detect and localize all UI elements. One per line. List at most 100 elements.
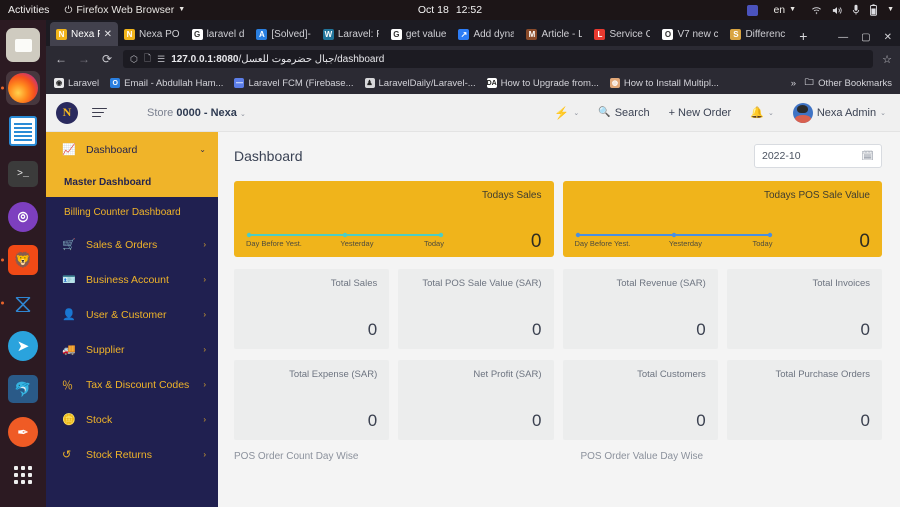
close-button[interactable]: ✕	[884, 32, 892, 43]
tab-favicon-icon: O	[662, 28, 674, 40]
bookmark-favicon-icon: ◉	[54, 78, 64, 88]
chevron-down-icon: ⌄	[880, 109, 886, 117]
other-bookmarks-folder[interactable]: 🗀 Other Bookmarks	[804, 77, 892, 89]
keyboard-layout-menu[interactable]: en ▼	[767, 4, 802, 16]
sidebar-subitem-billing-counter-dashboard[interactable]: Billing Counter Dashboard	[46, 197, 218, 227]
bookmark-item[interactable]: — Laravel FCM (Firebase...	[234, 78, 354, 89]
reader-mode-icon[interactable]: ☰	[157, 54, 165, 65]
chevron-right-icon: ›	[203, 310, 206, 319]
sidebar-item-business-account[interactable]: 🪪 Business Account ›	[46, 262, 218, 297]
url-bar[interactable]: ⬡ 🗋 ☰ 127.0.0.1:8080/جبال حضرموت للعسل/d…	[123, 50, 874, 68]
microphone-icon[interactable]	[852, 4, 860, 16]
tab-title: Nexa P	[71, 28, 100, 40]
browser-tab[interactable]: W Laravel: F	[317, 22, 385, 46]
sidebar-item-stock-returns[interactable]: ↺ Stock Returns ›	[46, 437, 218, 472]
minimize-button[interactable]: —	[838, 32, 848, 43]
browser-tab[interactable]: M Article - L	[520, 22, 588, 46]
notifications-button[interactable]: 🔔 ⌄	[750, 106, 774, 119]
dock-item-files[interactable]	[6, 28, 40, 62]
search-button[interactable]: 🔍 Search	[598, 107, 649, 119]
bookmark-favicon-icon: ♟	[364, 78, 375, 88]
bookmark-item[interactable]: DA How to Upgrade from...	[487, 78, 599, 89]
bookmark-item[interactable]: ◍ How to Install Multipl...	[609, 77, 719, 89]
user-icon: 👤	[62, 309, 76, 321]
system-menu-chevron-icon[interactable]: ▼	[887, 6, 894, 13]
tab-title: Laravel: F	[337, 28, 379, 40]
wifi-icon[interactable]	[811, 5, 822, 16]
browser-tab[interactable]: L Service C	[588, 22, 656, 46]
dock-item-libreoffice-writer[interactable]	[6, 114, 40, 148]
bookmark-label: Laravel	[68, 77, 100, 89]
highlight-card: Todays Sales Day Before Yest. Yesterday Tod…	[234, 181, 554, 257]
dock-item-show-applications[interactable]	[6, 458, 40, 492]
search-label: Search	[614, 106, 650, 119]
browser-tab[interactable]: Glaravel d	[186, 22, 251, 46]
page-info-icon[interactable]: 🗋	[144, 51, 151, 67]
stat-card: Total Invoices 0	[726, 269, 882, 349]
sidebar-item-sales-orders[interactable]: 🛒 Sales & Orders ›	[46, 227, 218, 262]
dock-item-vscode[interactable]: ⧖	[6, 286, 40, 320]
store-selector[interactable]: Store 0000 - Nexa ⌄	[147, 107, 246, 119]
stat-card-value: 0	[696, 411, 706, 430]
new-tab-button[interactable]: +	[791, 28, 815, 46]
sidebar-item-user-customer[interactable]: 👤 User & Customer ›	[46, 297, 218, 332]
clock-date: Oct 18	[417, 4, 449, 16]
current-app-menu[interactable]: ⏻ Firefox Web Browser ▼	[58, 4, 191, 16]
bookmarks-overflow-area: » 🗀 Other Bookmarks	[791, 77, 892, 89]
bookmark-item[interactable]: O Email - Abdullah Ham...	[110, 78, 223, 89]
dock-item-firefox[interactable]	[6, 71, 40, 105]
quick-actions-button[interactable]: ⚡ ⌄	[554, 106, 579, 120]
forward-button[interactable]: →	[77, 52, 91, 66]
dock-item-brave[interactable]: 🦁	[6, 243, 40, 277]
reload-button[interactable]: ⟳	[100, 52, 114, 66]
sparkline-chart: Day Before Yest. Yesterday Today	[246, 227, 444, 248]
chevron-right-icon: ›	[203, 450, 206, 459]
bookmark-item[interactable]: ◉ Laravel	[54, 78, 99, 89]
sidebar-item-dashboard[interactable]: 📈 Dashboard ⌄	[46, 132, 218, 167]
bookmark-star-icon[interactable]: ☆	[882, 53, 892, 66]
brand-logo[interactable]: N	[56, 101, 78, 124]
bookmark-favicon-icon: ◍	[609, 78, 620, 88]
shield-icon[interactable]: ⬡	[130, 54, 138, 65]
browser-tab[interactable]: S Differenc	[724, 22, 791, 46]
teams-icon[interactable]	[747, 4, 759, 16]
sidebar-item-tax-discount-codes[interactable]: ％ Tax & Discount Codes ›	[46, 367, 218, 402]
browser-tab[interactable]: N Nexa PO	[118, 22, 186, 46]
dock-item-github[interactable]: ⌾	[6, 200, 40, 234]
highlight-card-value: 0	[859, 231, 870, 252]
dock-item-terminal[interactable]: >_	[6, 157, 40, 191]
sidebar-item-supplier[interactable]: 🚚 Supplier ›	[46, 332, 218, 367]
bookmark-item[interactable]: ♟ LaravelDaily/Laravel-...	[364, 78, 476, 89]
maximize-button[interactable]: ▢	[861, 32, 870, 43]
user-menu[interactable]: Nexa Admin ⌄	[792, 102, 886, 123]
highlight-cards-row: Todays Sales Day Before Yest. Yesterday Tod…	[234, 181, 882, 257]
app-header: N Store 0000 - Nexa ⌄ ⚡ ⌄ 🔍 Search + New…	[46, 94, 900, 132]
browser-tab[interactable]: A [Solved]-	[250, 22, 316, 46]
dock-item-mysql-workbench[interactable]: 🐬	[6, 372, 40, 406]
browser-tab[interactable]: ↗ Add dyna	[452, 22, 520, 46]
volume-icon[interactable]	[831, 5, 843, 16]
month-picker[interactable]: 2022-10 🗓	[754, 144, 882, 168]
sidebar-toggle-icon[interactable]	[92, 107, 107, 118]
tab-close-icon[interactable]: ✕	[104, 29, 112, 40]
browser-tab[interactable]: Gget value	[385, 22, 453, 46]
dock-item-telegram[interactable]: ➤	[6, 329, 40, 363]
sidebar-subitem-master-dashboard[interactable]: Master Dashboard	[46, 167, 218, 197]
dock-item-postman[interactable]: ✒	[6, 415, 40, 449]
back-button[interactable]: ←	[54, 52, 68, 66]
tab-strip: NNexa P✕NNexa POGlaravel dA[Solved]-WLar…	[46, 20, 900, 46]
sidebar-item-stock[interactable]: 🪙 Stock ›	[46, 402, 218, 437]
new-order-button[interactable]: + New Order	[669, 107, 732, 119]
battery-icon[interactable]	[869, 4, 878, 16]
activities-button[interactable]: Activities	[0, 4, 58, 16]
stat-card-title: Total Purchase Orders	[775, 369, 870, 380]
chevron-right-icon: ›	[203, 415, 206, 424]
sidebar: 📈 Dashboard ⌄ Master Dashboard Billing Count…	[46, 132, 218, 507]
clock[interactable]: Oct 18 12:52	[418, 4, 482, 16]
stat-card-title: Total Expense (SAR)	[289, 369, 378, 380]
browser-tab[interactable]: O V7 new c	[656, 22, 724, 46]
browser-tab[interactable]: N Nexa P ✕	[50, 22, 118, 46]
bookmark-label: How to Install Multipl...	[623, 77, 719, 89]
bookmarks-overflow-button[interactable]: »	[791, 78, 796, 89]
user-name-label: Nexa Admin	[816, 106, 877, 119]
